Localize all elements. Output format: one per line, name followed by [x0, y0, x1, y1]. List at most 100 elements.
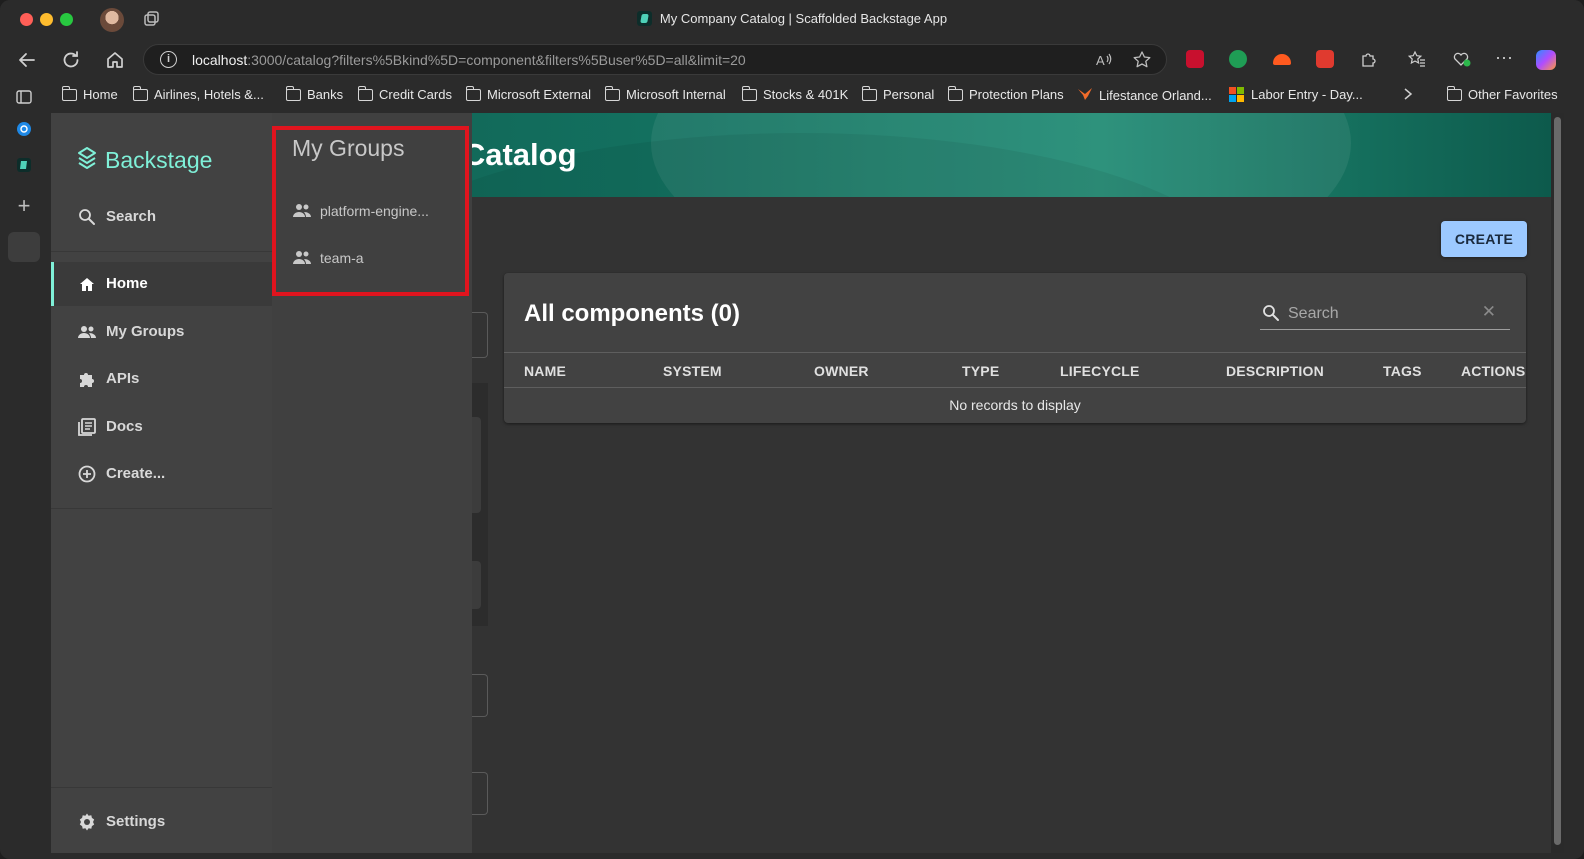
lifestance-bird-icon: [1077, 87, 1093, 104]
window-title: My Company Catalog | Scaffolded Backstag…: [0, 11, 1584, 26]
browser-window: My Company Catalog | Scaffolded Backstag…: [0, 0, 1584, 859]
column-header-description[interactable]: DESCRIPTION: [1226, 363, 1324, 379]
sidebar-item-label: APIs: [106, 370, 140, 387]
sidebar-divider: [51, 787, 272, 788]
empty-table-message: No records to display: [949, 397, 1081, 413]
bookmarks-overflow-chevron-icon[interactable]: [1402, 87, 1414, 101]
sidebar-item-label: Home: [106, 275, 148, 292]
backstage-logo-text: Backstage: [105, 147, 213, 173]
grammar-extension-icon[interactable]: [1229, 50, 1247, 68]
bookmark-label: Personal: [883, 87, 935, 102]
back-arrow-icon[interactable]: [15, 48, 39, 72]
column-header-name[interactable]: NAME: [524, 363, 566, 379]
folder-icon: [947, 85, 963, 101]
folder-icon: [132, 85, 148, 101]
pdf-extension-icon[interactable]: [1186, 50, 1204, 68]
sidebar-item-docs[interactable]: Docs: [51, 405, 272, 449]
copilot-icon[interactable]: [1536, 50, 1556, 70]
folder-icon: [1446, 85, 1462, 101]
browser-vertical-sidebar: +: [0, 80, 48, 859]
site-info-icon[interactable]: i: [160, 51, 177, 68]
column-header-type[interactable]: TYPE: [962, 363, 999, 379]
backstage-sidebar: Backstage Search Home My Groups APIs Doc…: [51, 113, 272, 853]
backstage-logo[interactable]: Backstage: [75, 145, 212, 176]
sidebar-divider: [51, 508, 272, 509]
active-tab-indicator: [8, 232, 40, 262]
create-button[interactable]: CREATE: [1441, 221, 1527, 257]
search-icon: [77, 207, 97, 227]
column-header-owner[interactable]: OWNER: [814, 363, 869, 379]
bookmark-label: Protection Plans: [969, 87, 1064, 102]
reload-icon[interactable]: [59, 48, 83, 72]
groups-icon: [77, 322, 97, 342]
column-header-lifecycle[interactable]: LIFECYCLE: [1060, 363, 1140, 379]
folder-icon: [861, 85, 877, 101]
page-scrollbar[interactable]: [1551, 113, 1564, 853]
bookmark-other-favorites[interactable]: Other Favorites: [1446, 85, 1558, 102]
table-title: All components (0): [524, 300, 741, 327]
bookmark-microsoft-external[interactable]: Microsoft External: [465, 85, 591, 102]
sidebar-item-create[interactable]: Create...: [51, 452, 272, 496]
table-search[interactable]: ✕: [1260, 298, 1510, 330]
sidebar-panel-icon[interactable]: [14, 88, 34, 108]
bookmark-airlines[interactable]: Airlines, Hotels &...: [132, 85, 264, 102]
sidebar-item-label: Search: [106, 208, 157, 225]
bookmark-label: Microsoft Internal: [626, 87, 726, 102]
sidebar-divider: [51, 251, 272, 252]
favorite-star-icon[interactable]: [1132, 50, 1152, 75]
office-extension-icon[interactable]: [1316, 50, 1334, 68]
sidebar-item-search[interactable]: Search: [51, 195, 272, 239]
bookmark-lifestance[interactable]: Lifestance Orland...: [1077, 87, 1212, 104]
backstage-logo-icon: [75, 145, 99, 176]
bookmark-home[interactable]: Home: [61, 85, 118, 102]
bookmark-microsoft-internal[interactable]: Microsoft Internal: [604, 85, 726, 102]
sidebar-item-home[interactable]: Home: [51, 262, 272, 306]
url-text[interactable]: localhost:3000/catalog?filters%5Bkind%5D…: [192, 52, 746, 68]
bookmark-label: Stocks & 401K: [763, 87, 849, 102]
docs-icon: [77, 417, 97, 437]
home-browser-icon[interactable]: [103, 48, 127, 72]
bookmark-label: Labor Entry - Day...: [1251, 87, 1363, 102]
bookmark-banks[interactable]: Banks: [285, 85, 344, 102]
sidebar-item-my-groups[interactable]: My Groups: [51, 310, 272, 354]
url-path: :3000/catalog?filters%5Bkind%5D=componen…: [247, 52, 746, 68]
new-tab-plus-icon[interactable]: +: [14, 195, 34, 217]
gear-icon: [77, 812, 97, 832]
health-heart-icon[interactable]: [1452, 50, 1471, 68]
puzzle-icon: [77, 369, 97, 389]
clear-search-icon[interactable]: ✕: [1482, 302, 1496, 322]
microsoft-logo-icon: [1229, 87, 1244, 102]
annotation-highlight-box: [272, 126, 469, 296]
extensions-puzzle-icon[interactable]: [1360, 50, 1378, 68]
backstage-favicon-icon: [636, 11, 652, 26]
favorites-list-icon[interactable]: [1407, 50, 1426, 68]
folder-icon: [285, 85, 301, 101]
bookmark-labor-entry[interactable]: Labor Entry - Day...: [1229, 87, 1363, 102]
add-circle-icon: [77, 464, 97, 484]
scrollbar-thumb[interactable]: [1554, 117, 1561, 845]
bookmarks-bar: Home Airlines, Hotels &... Banks Credit …: [0, 82, 1584, 108]
table-header: NAME SYSTEM OWNER TYPE LIFECYCLE DESCRIP…: [504, 352, 1526, 388]
search-input[interactable]: [1288, 302, 1478, 326]
window-title-text: My Company Catalog | Scaffolded Backstag…: [659, 11, 948, 26]
bookmark-label: Banks: [307, 87, 344, 102]
cloud-extension-icon[interactable]: [1273, 54, 1291, 65]
bookmark-credit-cards[interactable]: Credit Cards: [357, 85, 452, 102]
sidebar-item-settings[interactable]: Settings: [51, 800, 272, 844]
folder-icon: [741, 85, 757, 101]
folder-icon: [465, 85, 481, 101]
backstage-tab-icon[interactable]: [14, 156, 34, 176]
read-aloud-icon[interactable]: A: [1094, 50, 1114, 75]
column-header-system[interactable]: SYSTEM: [663, 363, 722, 379]
address-bar[interactable]: i localhost:3000/catalog?filters%5Bkind%…: [143, 44, 1167, 75]
sidebar-item-apis[interactable]: APIs: [51, 357, 272, 401]
bookmark-personal[interactable]: Personal: [861, 85, 935, 102]
bookmark-label: Home: [83, 87, 118, 102]
outlook-tab-icon[interactable]: [14, 120, 34, 140]
bookmark-protection-plans[interactable]: Protection Plans: [947, 85, 1064, 102]
bookmark-stocks[interactable]: Stocks & 401K: [741, 85, 849, 102]
title-bar: My Company Catalog | Scaffolded Backstag…: [0, 0, 1584, 40]
bookmark-label: Lifestance Orland...: [1099, 88, 1212, 103]
more-menu-icon[interactable]: ···: [1495, 48, 1513, 68]
column-header-tags[interactable]: TAGS: [1383, 363, 1422, 379]
